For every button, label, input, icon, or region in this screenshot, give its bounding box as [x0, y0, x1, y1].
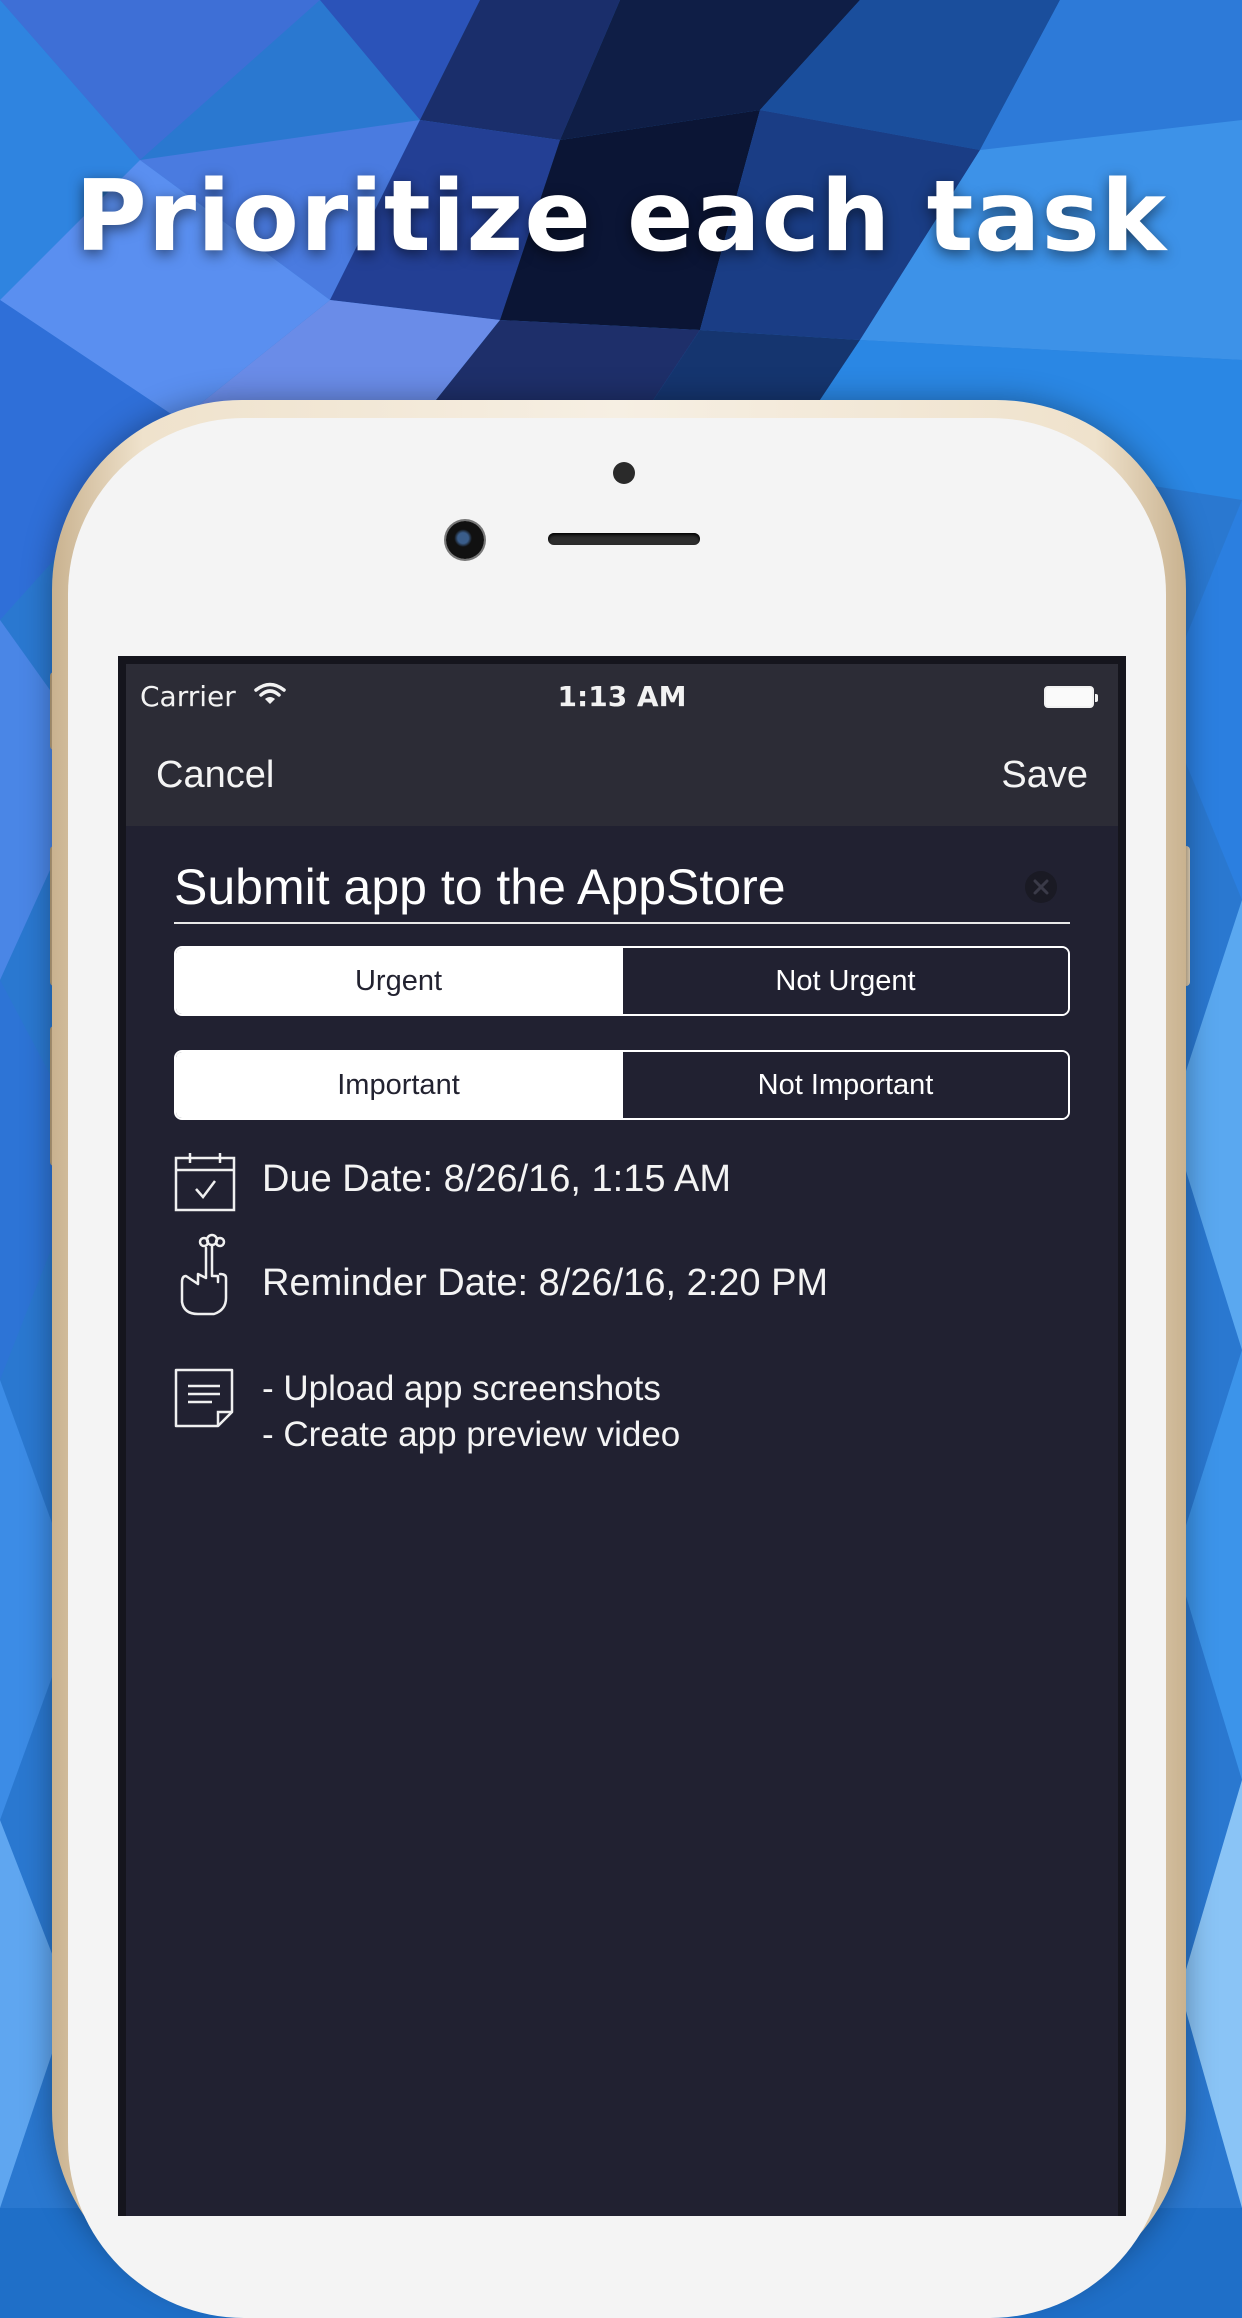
- due-date-label: Due Date: 8/26/16, 1:15 AM: [262, 1158, 731, 1200]
- status-time: 1:13 AM: [557, 680, 687, 713]
- notes-text: - Upload app screenshots - Create app pr…: [262, 1366, 680, 1458]
- headline: Prioritize each task: [74, 160, 1168, 274]
- front-camera-icon: [446, 521, 484, 559]
- app-screen: Carrier 1:13 AM Cancel Save Submit app t…: [118, 656, 1126, 2216]
- battery-icon: [1044, 686, 1098, 708]
- clear-icon[interactable]: [1024, 870, 1058, 904]
- notes-icon: [174, 1368, 234, 1428]
- reminder-hand-icon: [180, 1233, 228, 1316]
- segment-not-important[interactable]: Not Important: [621, 1052, 1068, 1118]
- earpiece-speaker: [548, 533, 700, 545]
- importance-segmented-control: Important Not Important: [174, 1050, 1070, 1120]
- task-title-input[interactable]: Submit app to the AppStore: [174, 844, 1070, 924]
- calendar-icon: [174, 1153, 236, 1212]
- segment-not-urgent[interactable]: Not Urgent: [621, 948, 1068, 1014]
- notes-line: - Upload app screenshots: [262, 1369, 661, 1408]
- reminder-date-label: Reminder Date: 8/26/16, 2:20 PM: [262, 1262, 829, 1304]
- save-button[interactable]: Save: [1001, 754, 1088, 797]
- urgency-segmented-control: Urgent Not Urgent: [174, 946, 1070, 1016]
- status-bar: Carrier 1:13 AM: [126, 664, 1118, 726]
- notes-line: - Create app preview video: [262, 1415, 681, 1454]
- nav-bar: Cancel Save: [126, 726, 1118, 826]
- segment-important[interactable]: Important: [176, 1052, 621, 1118]
- task-title-value: Submit app to the AppStore: [174, 859, 786, 915]
- segment-urgent[interactable]: Urgent: [176, 948, 621, 1014]
- proximity-sensor: [613, 462, 635, 484]
- cancel-button[interactable]: Cancel: [156, 754, 274, 797]
